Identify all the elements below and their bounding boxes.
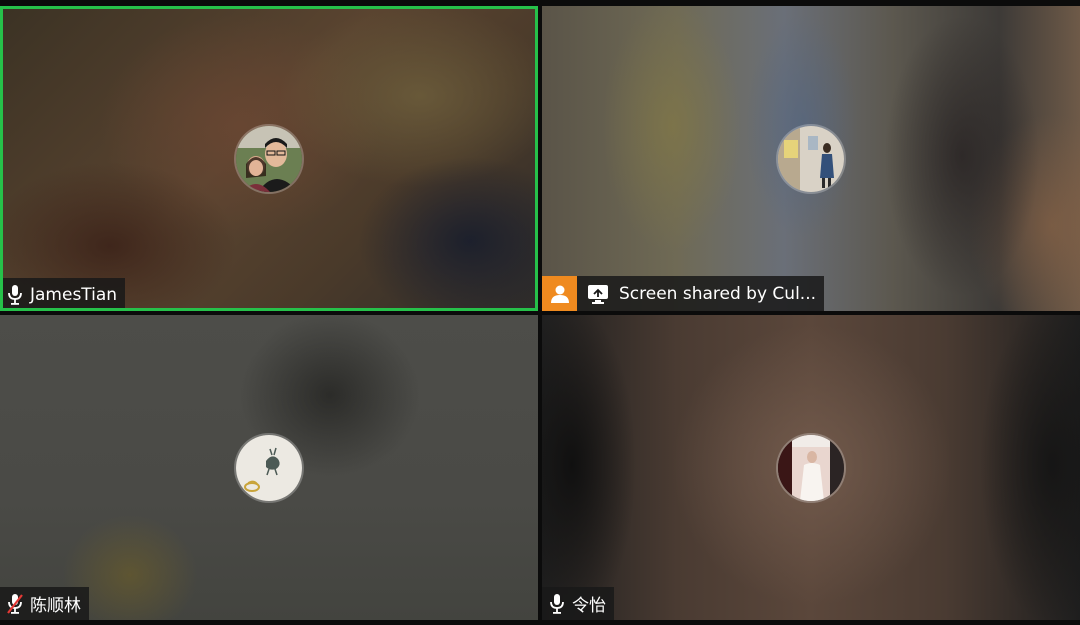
participant-name: 令怡 [572,596,606,616]
mic-icon [548,593,566,615]
mic-icon [6,284,24,306]
participant-avatar [236,435,302,501]
participant-name-label: Screen shared by Cul... [542,276,825,311]
participant-name: Screen shared by Cul... [619,283,817,304]
participant-name-label: JamesTian [0,278,126,311]
video-tile[interactable]: 令怡 [542,315,1080,620]
participant-name-label: 令怡 [542,587,614,620]
video-tile[interactable]: Screen shared by Cul... [542,6,1080,311]
video-tile[interactable]: JamesTian [0,6,538,311]
participant-name: JamesTian [30,284,118,305]
participant-name-label: 陈顺林 [0,587,89,620]
label-content: Screen shared by Cul... [577,276,825,311]
video-grid: JamesTian Screen shared by Cul... 陈顺林 令怡 [0,0,1080,625]
participant-avatar [778,435,844,501]
participant-avatar [778,126,844,192]
screen-share-icon [587,283,609,305]
participant-name: 陈顺林 [30,596,81,616]
video-tile[interactable]: 陈顺林 [0,315,538,620]
participant-avatar [236,126,302,192]
mic-muted-icon [6,593,24,615]
host-person-icon [542,276,577,311]
